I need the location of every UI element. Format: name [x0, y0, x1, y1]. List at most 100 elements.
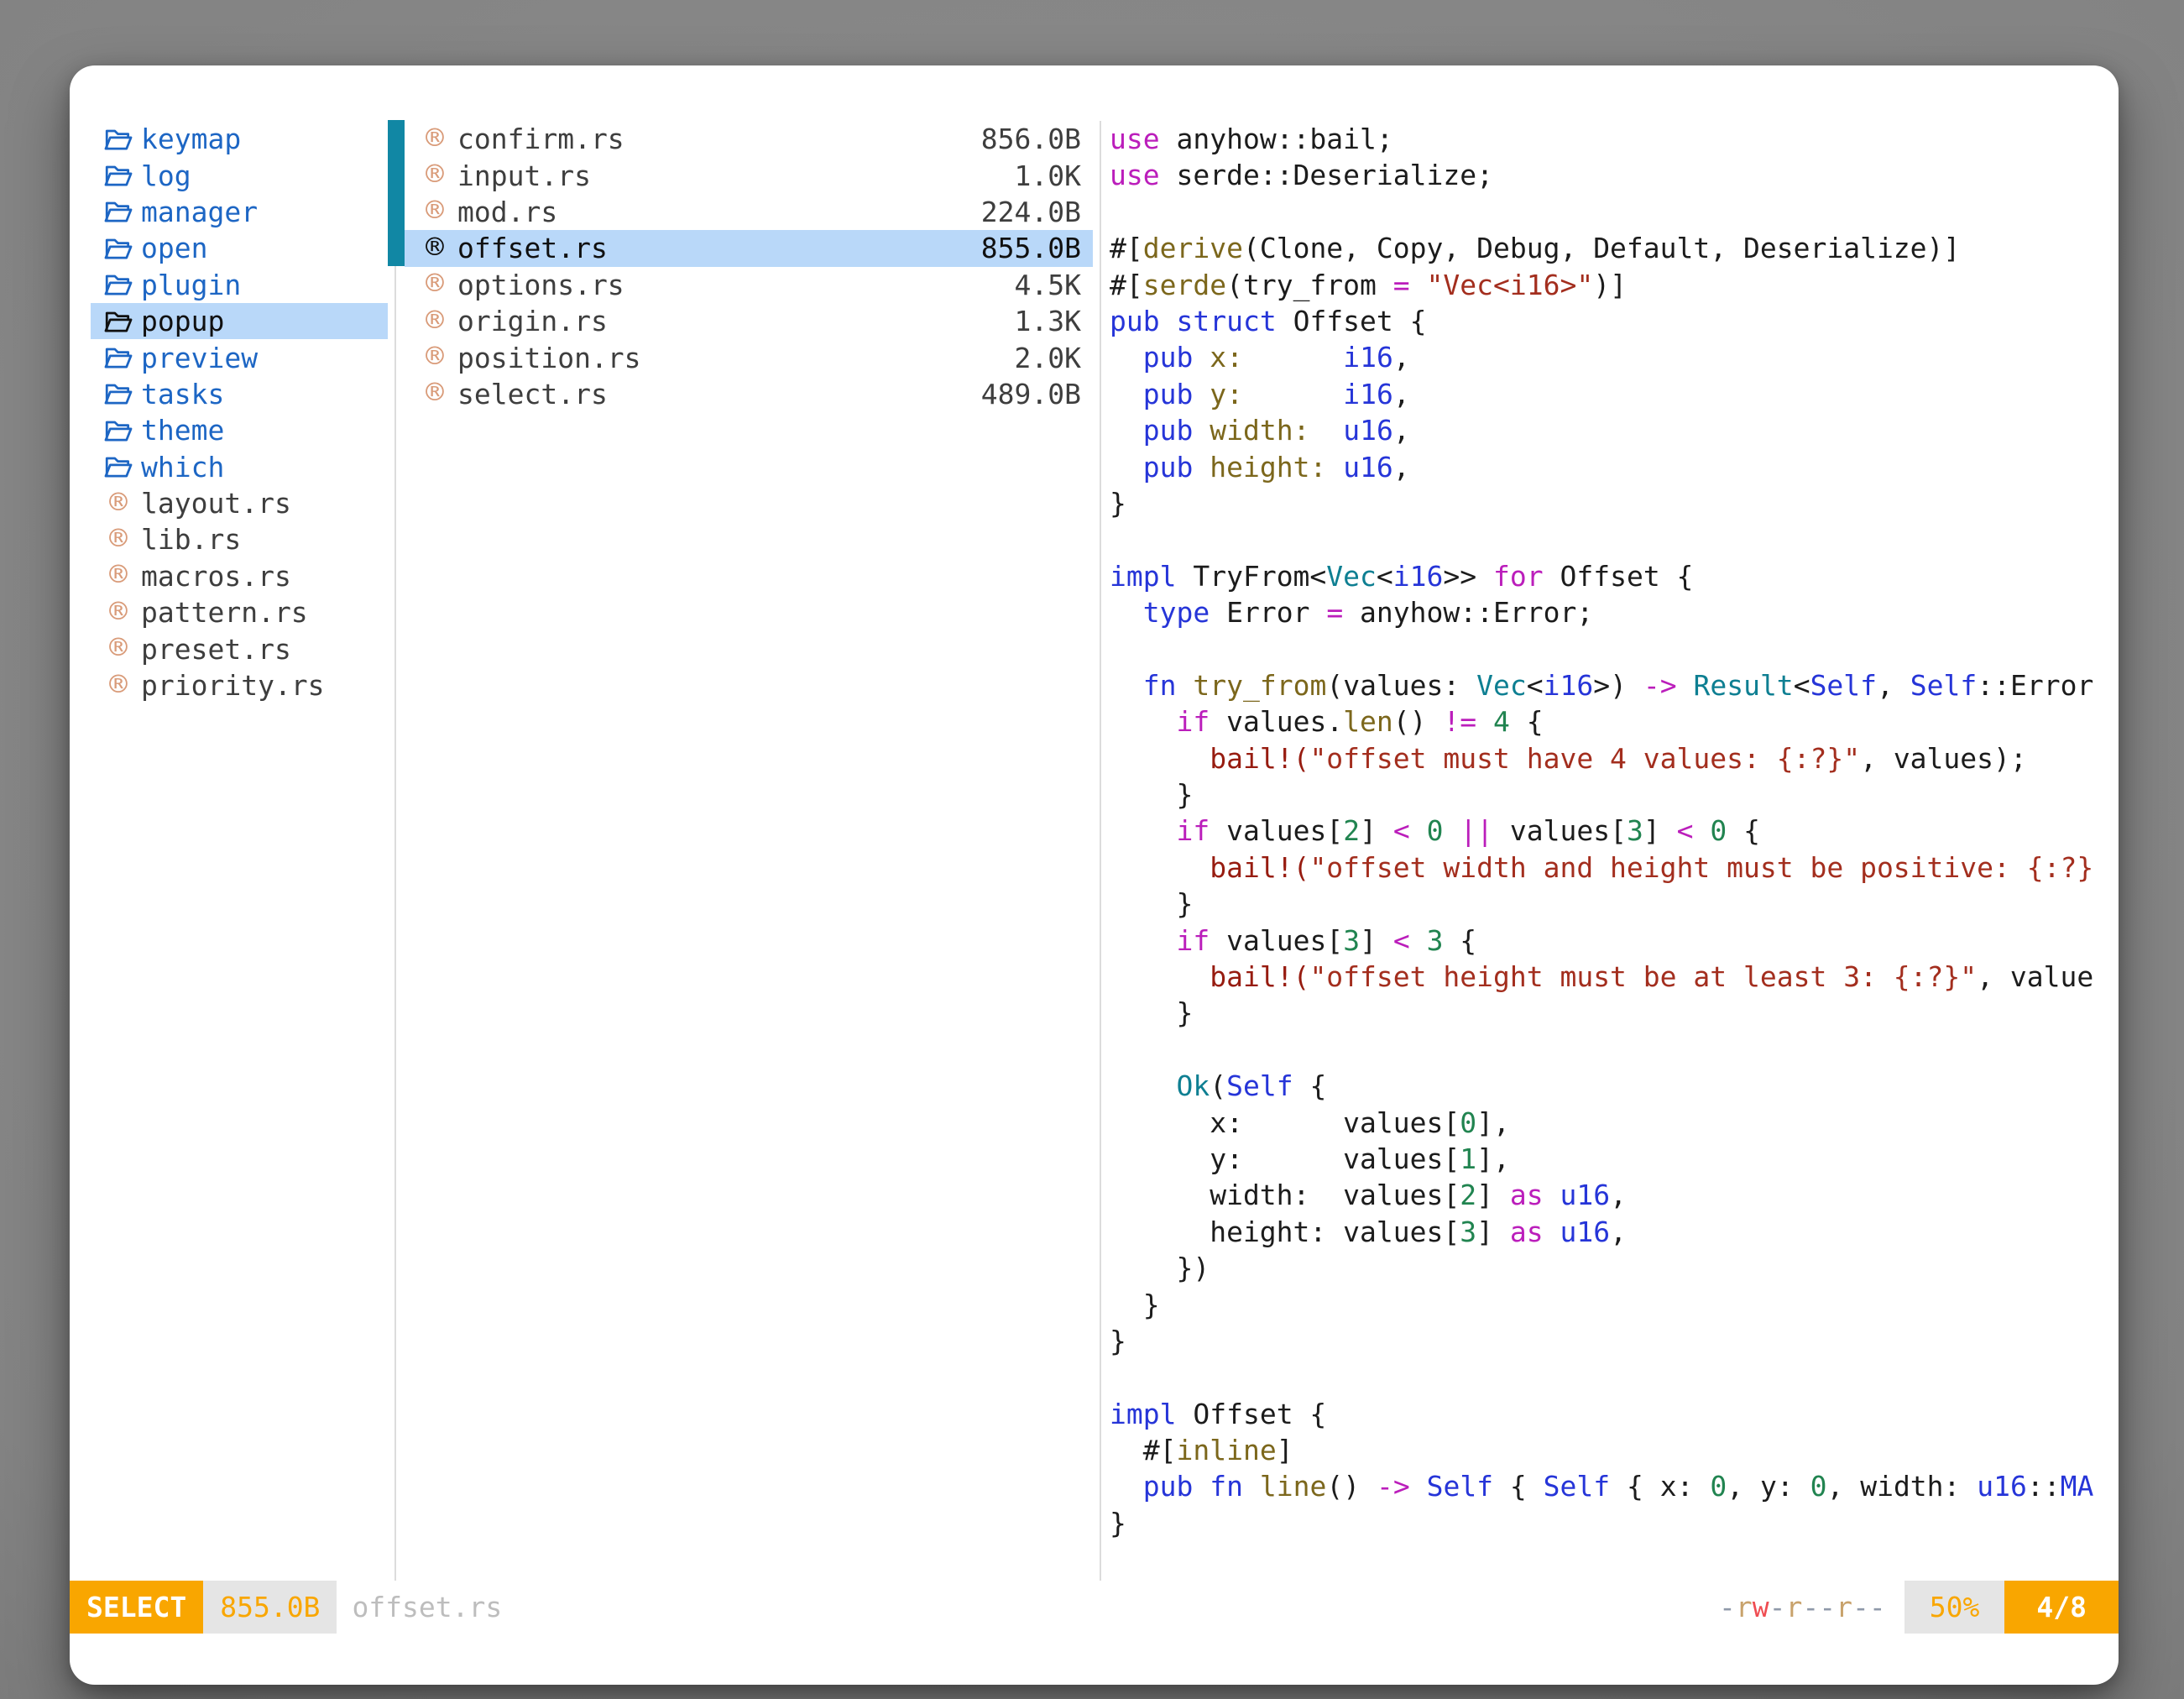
mode-badge: SELECT — [70, 1581, 203, 1634]
file-item-lib.rs[interactable]: ®lib.rs — [91, 521, 388, 557]
file-name: select.rs — [457, 378, 981, 410]
file-size: 855.0B — [981, 232, 1081, 264]
code-line: if values[2] < 0 || values[3] < 0 { — [1110, 813, 2119, 849]
item-name: priority.rs — [141, 669, 325, 702]
file-name: offset.rs — [457, 232, 981, 264]
dir-item-which[interactable]: which — [91, 449, 388, 485]
file-row-origin.rs[interactable]: ®origin.rs1.3K — [405, 303, 1093, 339]
dir-item-log[interactable]: log — [91, 157, 388, 193]
pane-separator-left — [394, 266, 396, 1581]
current-pane-scrollbar — [388, 120, 405, 266]
folder-icon — [103, 233, 133, 264]
dir-item-open[interactable]: open — [91, 230, 388, 266]
code-line: pub width: u16, — [1110, 412, 2119, 448]
code-line: pub fn line() -> Self { Self { x: 0, y: … — [1110, 1468, 2119, 1504]
code-line: pub y: i16, — [1110, 376, 2119, 412]
permissions-text: -rw-r--r-- — [1719, 1581, 1886, 1634]
folder-icon — [103, 378, 133, 410]
file-size: 489.0B — [981, 378, 1081, 410]
file-row-offset.rs[interactable]: ®offset.rs855.0B — [405, 230, 1093, 266]
code-line — [1110, 194, 2119, 230]
dir-item-keymap[interactable]: keymap — [91, 121, 388, 157]
file-item-pattern.rs[interactable]: ®pattern.rs — [91, 594, 388, 630]
file-name: position.rs — [457, 342, 1015, 374]
code-line — [1110, 1032, 2119, 1068]
code-line: y: values[1], — [1110, 1141, 2119, 1177]
file-size: 2.0K — [1015, 342, 1081, 374]
code-line: pub x: i16, — [1110, 339, 2119, 375]
file-row-confirm.rs[interactable]: ®confirm.rs856.0B — [405, 121, 1093, 157]
file-row-options.rs[interactable]: ®options.rs4.5K — [405, 267, 1093, 303]
rust-file-icon: ® — [420, 233, 450, 264]
code-line — [1110, 1359, 2119, 1395]
file-name: origin.rs — [457, 305, 1015, 337]
scroll-percent-badge: 50% — [1904, 1581, 2005, 1634]
folder-icon — [103, 196, 133, 227]
rust-file-icon: ® — [420, 378, 450, 410]
item-name: open — [141, 232, 207, 264]
dir-item-popup[interactable]: popup — [91, 303, 388, 339]
file-row-input.rs[interactable]: ®input.rs1.0K — [405, 157, 1093, 193]
code-line: x: values[0], — [1110, 1105, 2119, 1141]
rust-file-icon: ® — [420, 159, 450, 191]
rust-file-icon: ® — [420, 306, 450, 337]
code-line: } — [1110, 1287, 2119, 1323]
folder-icon — [103, 451, 133, 483]
code-line — [1110, 521, 2119, 557]
file-row-mod.rs[interactable]: ®mod.rs224.0B — [405, 194, 1093, 230]
dir-item-theme[interactable]: theme — [91, 412, 388, 448]
code-line: } — [1110, 886, 2119, 922]
rust-file-icon: ® — [103, 597, 133, 629]
item-name: plugin — [141, 269, 241, 301]
dir-item-tasks[interactable]: tasks — [91, 376, 388, 412]
file-size: 4.5K — [1015, 269, 1081, 301]
file-item-macros.rs[interactable]: ®macros.rs — [91, 558, 388, 594]
item-name: pattern.rs — [141, 596, 308, 629]
rust-file-icon: ® — [103, 633, 133, 665]
code-line: #[inline] — [1110, 1432, 2119, 1468]
status-bar: SELECT 855.0B offset.rs -rw-r--r-- 50% 4… — [70, 1581, 2119, 1634]
file-row-select.rs[interactable]: ®select.rs489.0B — [405, 376, 1093, 412]
item-name: log — [141, 159, 191, 192]
parent-pane: keymap logmanageropen pluginpopuppreviewta… — [91, 121, 388, 703]
folder-icon — [103, 415, 133, 447]
file-manager-window: keymap logmanageropen pluginpopuppreviewta… — [70, 65, 2119, 1685]
rust-file-icon: ® — [420, 123, 450, 155]
dir-item-plugin[interactable]: plugin — [91, 267, 388, 303]
code-line: bail!("offset height must be at least 3:… — [1110, 959, 2119, 995]
file-size-badge: 855.0B — [203, 1581, 337, 1634]
code-line: Ok(Self { — [1110, 1068, 2119, 1104]
file-size: 1.3K — [1015, 305, 1081, 337]
code-line: pub height: u16, — [1110, 449, 2119, 485]
rust-file-icon: ® — [103, 488, 133, 520]
dir-item-preview[interactable]: preview — [91, 339, 388, 375]
file-item-preset.rs[interactable]: ®preset.rs — [91, 630, 388, 667]
code-line: } — [1110, 995, 2119, 1031]
file-item-layout.rs[interactable]: ®layout.rs — [91, 485, 388, 521]
file-name: input.rs — [457, 159, 1015, 192]
code-line: type Error = anyhow::Error; — [1110, 594, 2119, 630]
cursor-position-badge: 4/8 — [2004, 1581, 2119, 1634]
item-name: preset.rs — [141, 633, 291, 666]
current-pane: ®confirm.rs856.0B®input.rs1.0K®mod.rs224… — [405, 121, 1093, 412]
dir-item-manager[interactable]: manager — [91, 194, 388, 230]
code-line: } — [1110, 776, 2119, 813]
file-size: 1.0K — [1015, 159, 1081, 192]
code-line — [1110, 630, 2119, 667]
item-name: preview — [141, 342, 258, 374]
code-line: impl TryFrom<Vec<i16>> for Offset { — [1110, 558, 2119, 594]
file-name: options.rs — [457, 269, 1015, 301]
file-item-priority.rs[interactable]: ®priority.rs — [91, 667, 388, 703]
code-line: #[serde(try_from = "Vec<i16>")] — [1110, 267, 2119, 303]
folder-icon — [103, 123, 133, 155]
code-line: } — [1110, 485, 2119, 521]
item-name: keymap — [141, 123, 241, 155]
code-line: width: values[2] as u16, — [1110, 1177, 2119, 1213]
rust-file-icon: ® — [103, 670, 133, 702]
folder-icon — [103, 269, 133, 301]
code-line: height: values[3] as u16, — [1110, 1214, 2119, 1250]
folder-icon — [103, 342, 133, 374]
code-line: }) — [1110, 1250, 2119, 1286]
file-row-position.rs[interactable]: ®position.rs2.0K — [405, 339, 1093, 375]
rust-file-icon: ® — [103, 560, 133, 592]
